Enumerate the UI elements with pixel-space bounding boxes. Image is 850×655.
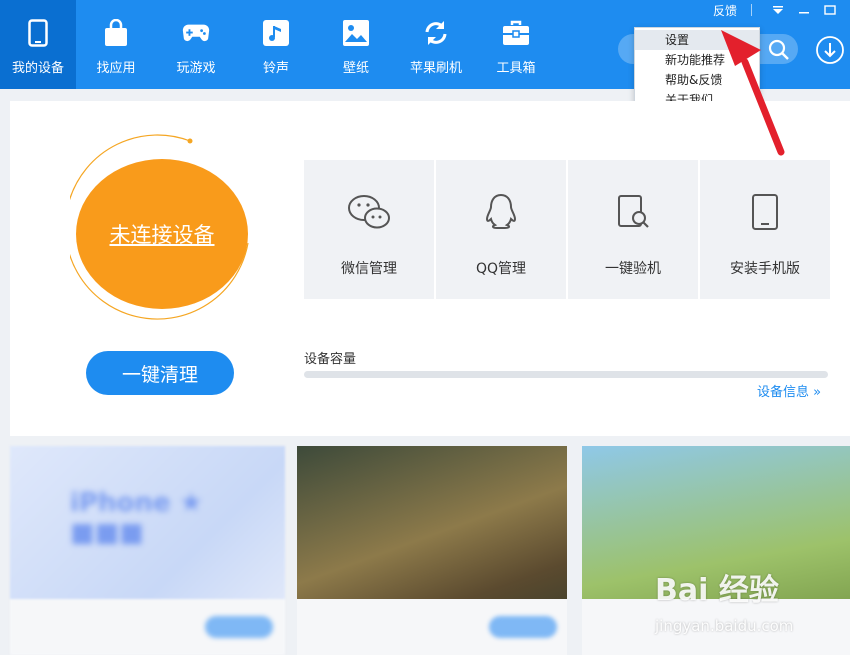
nav-label: 我的设备 xyxy=(11,61,64,76)
tool-label: 安装手机版 xyxy=(730,261,800,277)
main-nav: 我的设备 找应用 玩游戏 铃声 壁纸 苹果刷机 工具箱 xyxy=(0,0,556,89)
nav-item-apple-flash[interactable]: 苹果刷机 xyxy=(396,0,476,89)
promo-card[interactable]: iPhone ★ ■■■ xyxy=(10,446,285,655)
nav-item-find-apps[interactable]: 找应用 xyxy=(76,0,156,89)
nav-item-games[interactable]: 玩游戏 xyxy=(156,0,236,89)
tool-qq-manage[interactable]: QQ管理 xyxy=(436,160,566,299)
device-info-link[interactable]: 设备信息 » xyxy=(757,381,821,400)
tool-wechat-manage[interactable]: 微信管理 xyxy=(304,160,434,299)
menu-dropdown-icon[interactable] xyxy=(768,2,788,18)
download-icon[interactable] xyxy=(815,35,845,65)
toolbox-icon xyxy=(502,18,530,48)
device-status-circle[interactable]: 未连接设备 xyxy=(76,159,248,309)
nav-label: 铃声 xyxy=(262,61,289,76)
baidu-watermark-url: jingyan.baidu.com xyxy=(655,617,794,635)
game-card[interactable] xyxy=(297,446,567,655)
capacity-label: 设备容量 xyxy=(304,352,357,367)
tool-label: QQ管理 xyxy=(475,261,527,277)
nav-item-toolbox[interactable]: 工具箱 xyxy=(476,0,556,89)
tool-label: 微信管理 xyxy=(341,261,397,277)
tool-grid: 微信管理 QQ管理 一键验机 安装手机版 xyxy=(304,160,832,299)
nav-label: 找应用 xyxy=(96,61,136,76)
capacity-bar xyxy=(304,371,828,378)
tool-device-check[interactable]: 一键验机 xyxy=(568,160,698,299)
blurred-promo-graphic: iPhone ★ ■■■ xyxy=(70,488,203,548)
annotation-arrow xyxy=(721,30,785,156)
minimize-icon[interactable] xyxy=(794,2,814,18)
baidu-watermark: Bai 经验 xyxy=(655,573,779,608)
image-icon xyxy=(342,18,370,48)
nav-label: 玩游戏 xyxy=(176,61,216,76)
tablet-search-icon xyxy=(611,192,655,232)
nav-label: 工具箱 xyxy=(496,61,536,76)
nav-item-ringtones[interactable]: 铃声 xyxy=(236,0,316,89)
nav-item-my-device[interactable]: 我的设备 xyxy=(0,0,76,89)
tool-install-mobile[interactable]: 安装手机版 xyxy=(700,160,830,299)
nav-item-wallpapers[interactable]: 壁纸 xyxy=(316,0,396,89)
wechat-icon xyxy=(347,192,391,232)
tool-label: 一键验机 xyxy=(605,261,661,277)
refresh-icon xyxy=(422,18,450,48)
blurred-button xyxy=(489,616,557,638)
shopping-bag-icon xyxy=(102,18,130,48)
music-note-icon xyxy=(262,18,290,48)
blurred-button xyxy=(205,616,273,638)
one-click-clean-button[interactable]: 一键清理 xyxy=(86,351,234,395)
window-controls: 反馈 xyxy=(713,0,840,20)
gamepad-icon xyxy=(182,18,210,48)
maximize-icon[interactable] xyxy=(820,2,840,18)
nav-label: 壁纸 xyxy=(342,61,369,76)
tablet-icon xyxy=(743,192,787,232)
feedback-link[interactable]: 反馈 xyxy=(713,2,737,19)
device-status-link[interactable]: 未连接设备 xyxy=(110,219,215,249)
nav-label: 苹果刷机 xyxy=(409,61,462,76)
phone-icon xyxy=(24,18,52,48)
qq-penguin-icon xyxy=(479,192,523,232)
divider xyxy=(751,4,752,16)
